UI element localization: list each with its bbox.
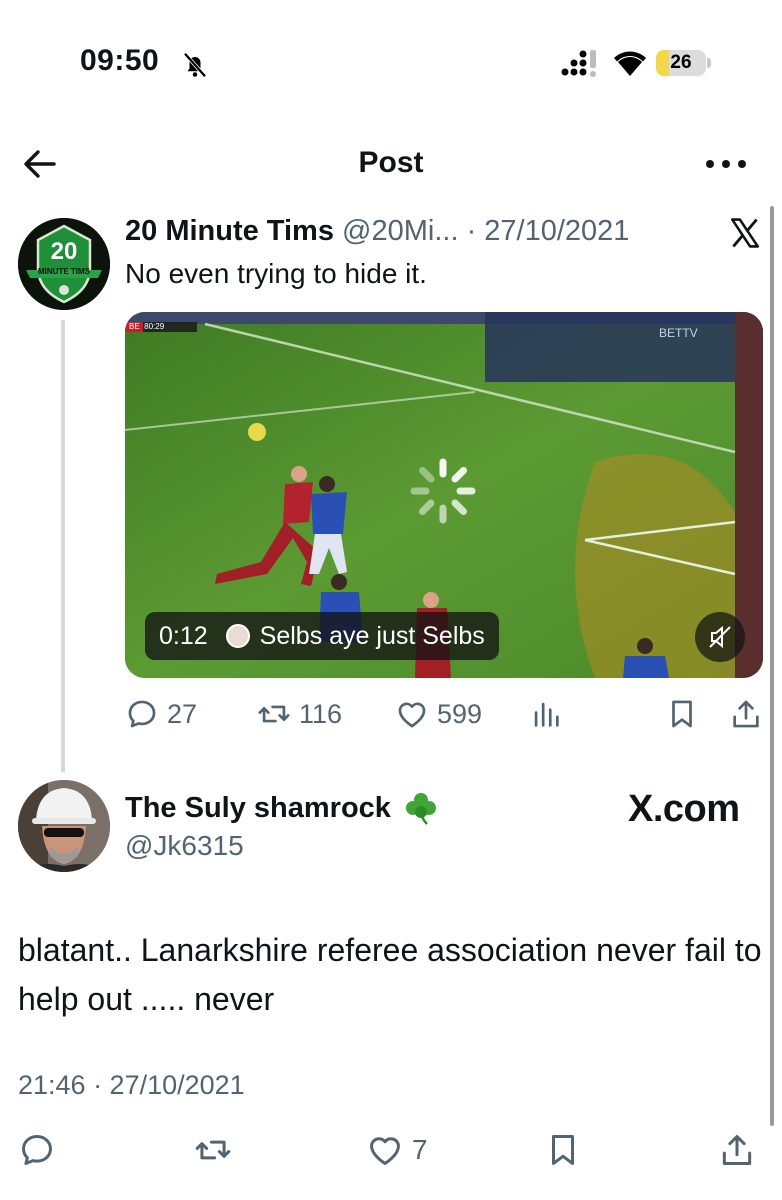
wifi-icon [614,51,646,76]
reply-icon [22,1135,52,1165]
caption-avatar [225,624,250,648]
like-count: 7 [412,1134,428,1165]
more-icon[interactable] [704,152,748,176]
author-handle[interactable]: @Jk6315 [125,830,244,862]
battery-tip [707,58,711,68]
like-icon [398,702,426,728]
post-text: blatant.. Lanarkshire referee associatio… [18,932,762,1017]
share-icon [722,1135,752,1165]
caption-text: Selbs aye just Selbs [259,621,485,650]
repost-button[interactable] [194,1132,232,1168]
post-header: Post [0,130,782,196]
avatar-banner: MINUTE TIMS [38,267,90,276]
bookmark-button[interactable] [665,696,699,732]
repost-count: 116 [299,698,343,729]
shamrock-icon [405,793,436,825]
repost-icon [195,1140,231,1160]
bell-slash-icon [183,52,207,78]
author-name[interactable]: 20 Minute Tims [125,215,334,247]
watermark: X.com [628,788,740,830]
repost-button[interactable]: 116 [257,696,342,732]
like-button[interactable]: 7 [366,1132,428,1168]
battery-body: 26 [656,50,706,76]
post-date[interactable]: 27/10/2021 [484,215,629,247]
reply-button[interactable] [18,1132,56,1168]
share-icon [733,700,759,728]
avatar[interactable] [18,780,110,872]
post-header-line: 20 Minute Tims @20Mi... · 27/10/2021 [125,215,629,248]
thread-line [61,320,65,772]
status-bar: 09:50 26 [0,0,782,110]
author-handle[interactable]: @20Mi... [342,215,458,247]
reply-icon [128,700,156,728]
status-time: 09:50 [80,44,160,77]
share-button[interactable] [718,1132,756,1168]
battery-percent: 26 [670,52,692,73]
views-icon [534,702,559,727]
page-title: Post [358,146,424,179]
x-logo-icon [730,218,760,248]
reply-button[interactable]: 27 [125,696,197,732]
avatar[interactable]: 20 MINUTE TIMS [18,218,110,310]
avatar-image [18,780,110,872]
views-button[interactable] [529,696,563,732]
avatar-number: 20 [50,238,78,265]
bookmark-button[interactable] [544,1132,582,1168]
post-timestamp[interactable]: 21:46 · 27/10/2021 [18,1070,245,1101]
share-button[interactable] [729,696,763,732]
broadcaster-logo: BETTV [659,326,698,340]
bookmark-icon [551,1135,575,1165]
scrollbar[interactable] [770,206,774,1126]
like-button[interactable]: 599 [395,696,482,732]
author-name-row: The Suly shamrock [125,790,439,826]
like-icon [370,1137,400,1165]
post-text: No even trying to hide it. [125,258,427,289]
video-duration: 0:12 [159,621,208,650]
signal-icon [561,50,596,77]
author-name[interactable]: The Suly shamrock [125,792,391,825]
video-caption: 0:12 Selbs aye just Selbs [145,612,499,660]
post-actions: 27 116 599 [125,696,765,736]
like-count: 599 [437,698,483,729]
repost-icon [258,705,290,723]
reply-count: 27 [167,698,198,729]
spinner-icon [410,458,476,524]
scoreboard: BE 80:29 [129,322,165,331]
mute-icon[interactable] [695,612,745,662]
separator: · [466,215,477,247]
battery-icon: 26 [656,50,712,76]
video-player[interactable]: BE 80:29 BETTV 0:12 Selbs aye just Selbs [125,312,763,678]
bookmark-icon [672,700,692,728]
post-actions: 7 [0,1132,782,1176]
